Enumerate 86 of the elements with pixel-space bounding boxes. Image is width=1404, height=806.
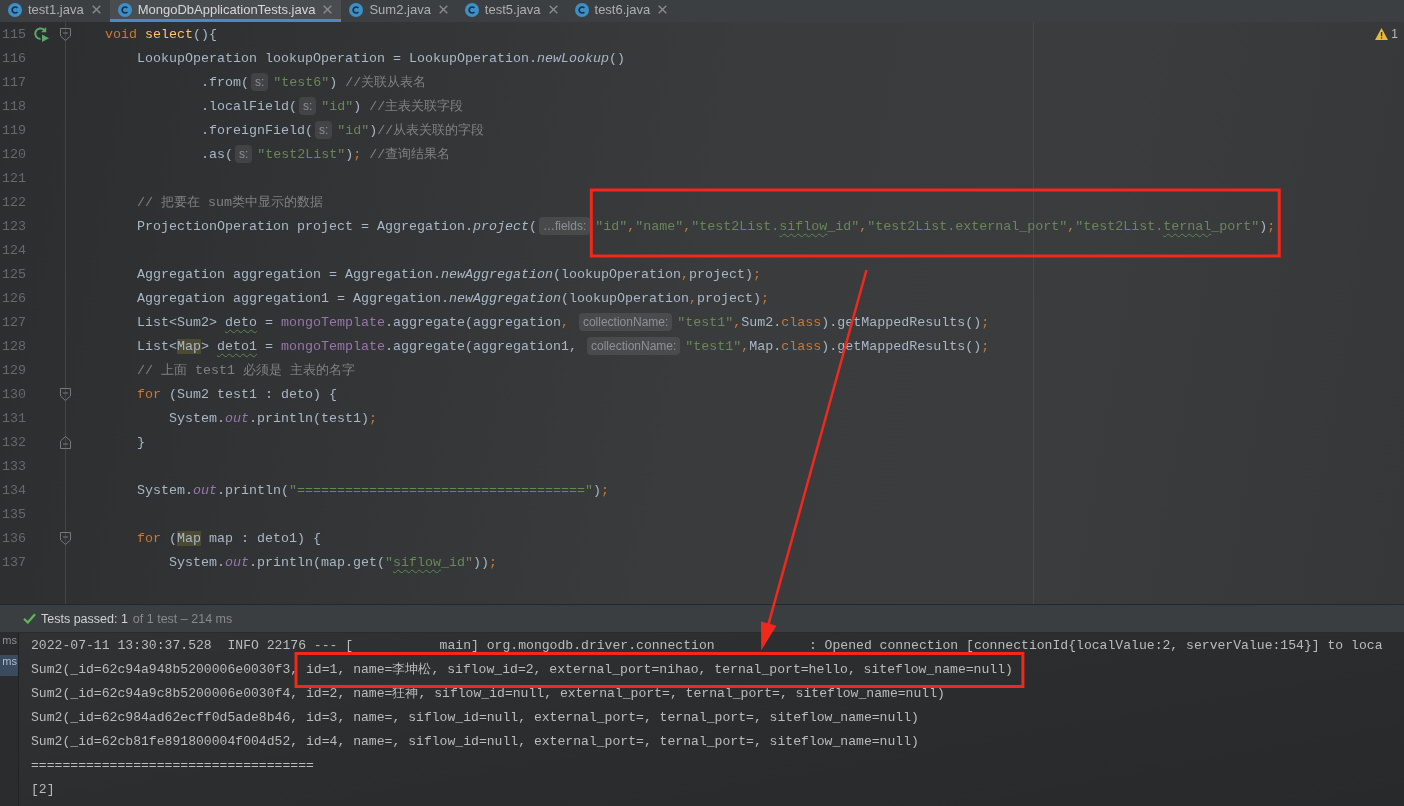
- fold-icon[interactable]: [60, 531, 71, 545]
- console-line: ====================================: [31, 758, 314, 773]
- code-text: // 把要在 sum类中显示的数据: [137, 194, 323, 211]
- code-text: void select(){: [105, 26, 217, 42]
- line-number: 115: [2, 26, 26, 42]
- line-number: 118: [2, 98, 26, 114]
- code-text: Aggregation aggregation = Aggregation.newAggregation(lookupOperation,project);: [137, 266, 761, 282]
- line-number: 125: [2, 266, 26, 282]
- line-number: 120: [2, 146, 26, 162]
- code-text: System.out.println(map.get("siflow_id"));: [169, 554, 497, 570]
- code-text: List<Sum2> deto = mongoTemplate.aggregate(aggregation,: [137, 314, 570, 330]
- parameter-hint: s:: [251, 73, 269, 91]
- parameter-hint: s:: [235, 145, 253, 163]
- warning-icon[interactable]: [1375, 28, 1389, 40]
- line-number: 135: [2, 506, 26, 522]
- line-number: 133: [2, 458, 26, 474]
- parameter-hint: …fields:: [538, 217, 591, 235]
- console-line: 2022-07-11 13:30:37.528 INFO 22176 --- [ main] org.mongodb.driver.connection : Opened connection [connectionId{localValue:2, serverValue:154}] to loca: [31, 638, 1383, 653]
- class-icon: [349, 2, 364, 17]
- code-text: }: [137, 434, 145, 450]
- line-number: 124: [2, 242, 26, 258]
- code-text: "test6") //关联从表名: [273, 74, 427, 91]
- code-text: .from(: [201, 74, 249, 90]
- line-number: 137: [2, 554, 26, 570]
- line-number: 134: [2, 482, 26, 498]
- warning-count[interactable]: 1: [1391, 27, 1398, 41]
- line-number: 132: [2, 434, 26, 450]
- console-line: Sum2(_id=62c984ad62ecff0d5ade8b46, id=3, name=, siflow_id=null, external_port=, ternal_port=, siteflow_name=null): [31, 710, 919, 725]
- code-text: LookupOperation lookupOperation = LookupOperation.newLookup(): [137, 50, 625, 66]
- close-icon[interactable]: [91, 5, 101, 14]
- fold-icon[interactable]: [60, 435, 71, 449]
- code-text: "id") //主表关联字段: [321, 98, 464, 115]
- run-icon[interactable]: [33, 26, 49, 42]
- line-number: 117: [2, 74, 26, 90]
- editor-tab[interactable]: MongoDbApplicationTests.java: [109, 0, 342, 22]
- code-text: .foreignField(: [201, 122, 313, 138]
- close-icon[interactable]: [548, 5, 558, 14]
- parameter-hint: s:: [314, 121, 333, 139]
- code-text: for (Sum2 test1 : deto) {: [137, 386, 337, 402]
- close-icon[interactable]: [323, 5, 333, 14]
- line-number: 128: [2, 338, 26, 354]
- line-number: 130: [2, 386, 26, 402]
- code-text: System.out.println("====================================");: [137, 482, 609, 498]
- editor-tab[interactable]: Sum2.java: [341, 0, 457, 22]
- line-number: 121: [2, 170, 26, 186]
- line-number: 126: [2, 290, 26, 306]
- code-text: // 上面 test1 必须是 主表的名字: [137, 362, 355, 379]
- line-number: 119: [2, 122, 26, 138]
- fold-icon[interactable]: [60, 27, 71, 41]
- line-number: 131: [2, 410, 26, 426]
- code-text: "id","name","test2List.siflow_id","test2List.external_port","test2List.ternal_port");: [595, 218, 1276, 234]
- fold-icon[interactable]: [60, 387, 71, 401]
- code-text: .as(: [201, 146, 233, 162]
- line-number: 123: [2, 218, 26, 234]
- code-text: Aggregation aggregation1 = Aggregation.newAggregation(lookupOperation,project);: [137, 290, 769, 306]
- close-icon[interactable]: [658, 5, 668, 14]
- editor-tab[interactable]: test6.java: [566, 0, 677, 22]
- line-number: 127: [2, 314, 26, 330]
- editor-tab[interactable]: test1.java: [0, 0, 110, 22]
- console-line: Sum2(_id=62cb81fe891800004f004d52, id=4, name=, siflow_id=null, external_port=, ternal_port=, siteflow_name=null): [31, 734, 919, 749]
- code-text: "id")//从表关联的字段: [337, 122, 485, 139]
- code-text: System.out.println(test1);: [169, 410, 377, 426]
- code-text: ProjectionOperation project = Aggregation.project(: [137, 218, 537, 234]
- test-tree-item[interactable]: ms: [0, 655, 18, 676]
- class-icon: [117, 2, 132, 17]
- parameter-hint: collectionName:: [578, 313, 673, 331]
- code-text: List<Map> deto1 = mongoTemplate.aggregate(aggregation1,: [137, 338, 578, 354]
- line-number: 116: [2, 50, 26, 66]
- console-line: [2]: [31, 782, 55, 797]
- line-number: 129: [2, 362, 26, 378]
- code-text: for (Map map : deto1) {: [137, 530, 321, 546]
- check-icon: [23, 613, 36, 624]
- test-duration: of 1 test – 214 ms: [132, 611, 233, 626]
- test-tree-item[interactable]: ms: [0, 634, 18, 655]
- editor-tab[interactable]: test5.java: [456, 0, 567, 22]
- parameter-hint: collectionName:: [586, 337, 681, 355]
- line-number: 136: [2, 530, 26, 546]
- test-summary: Tests passed: 1: [41, 611, 128, 626]
- class-icon: [464, 2, 479, 17]
- code-text: "test2List"); //查询结果名: [257, 146, 451, 163]
- class-icon: [8, 2, 22, 17]
- line-number: 122: [2, 194, 26, 210]
- close-icon[interactable]: [438, 5, 448, 14]
- class-icon: [574, 2, 589, 17]
- parameter-hint: s:: [298, 97, 317, 115]
- code-text: .localField(: [201, 98, 297, 114]
